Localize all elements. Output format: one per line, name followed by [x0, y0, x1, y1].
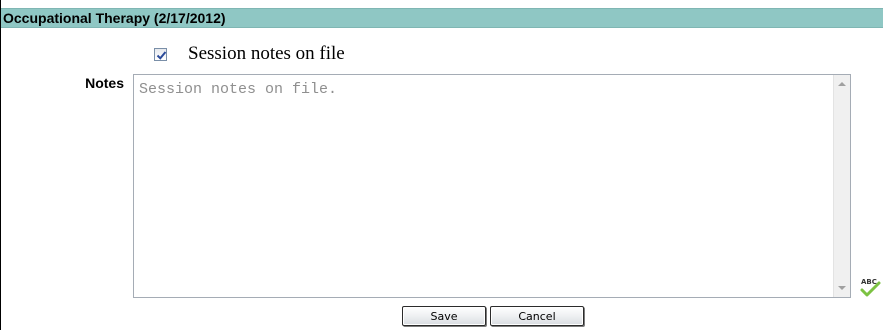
occupational-therapy-panel: Occupational Therapy (2/17/2012) Session… [0, 0, 883, 330]
panel-header: Occupational Therapy (2/17/2012) [1, 8, 883, 28]
spellcheck-abc-text: ABC [861, 278, 877, 286]
cancel-button[interactable]: Cancel [490, 306, 584, 326]
panel-title: Occupational Therapy (2/17/2012) [3, 10, 226, 26]
spellcheck-icon[interactable]: ABC [859, 276, 883, 298]
session-notes-label: Session notes on file [188, 43, 345, 64]
notes-textarea-container [133, 74, 851, 298]
scroll-up-arrow-icon[interactable] [834, 75, 850, 92]
session-notes-checkbox[interactable] [154, 48, 167, 61]
save-button[interactable]: Save [402, 306, 486, 326]
notes-label: Notes [85, 75, 124, 91]
checkmark-icon [156, 51, 167, 60]
notes-textarea[interactable] [134, 75, 833, 297]
scroll-down-arrow-icon[interactable] [834, 280, 850, 297]
notes-scrollbar[interactable] [833, 75, 850, 297]
